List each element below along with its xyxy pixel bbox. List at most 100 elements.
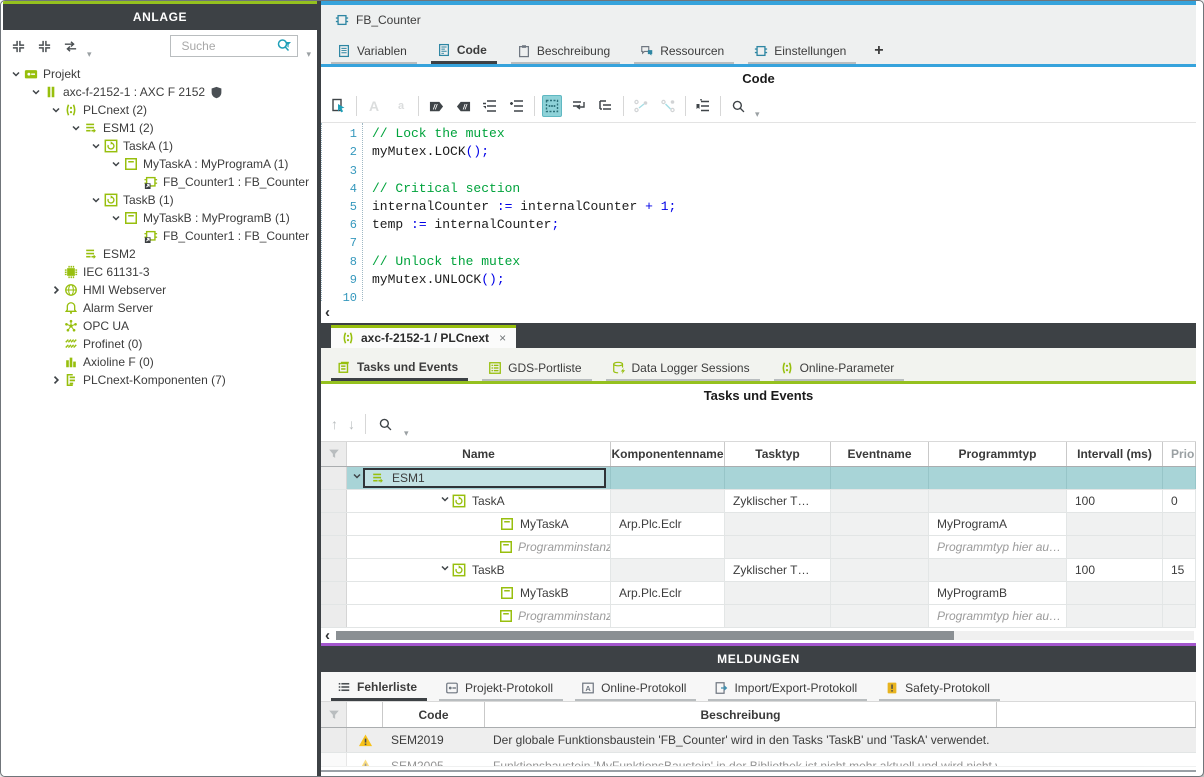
tab-online-parameter[interactable]: Online-Parameter	[774, 358, 905, 381]
tab-einstellungen[interactable]: Einstellungen	[748, 41, 856, 64]
comment-button[interactable]: //	[426, 95, 446, 117]
tab-beschreibung[interactable]: Beschreibung	[511, 41, 620, 64]
expand-all-button[interactable]	[35, 37, 53, 55]
message-row-sem2005[interactable]: SEM2005Funktionsbaustein 'MyFunktionsBau…	[321, 753, 1196, 767]
collapse-all-button[interactable]	[9, 37, 27, 55]
cell-programmtyp[interactable]: Programmtyp hier au…	[929, 605, 1067, 627]
cell-eventname[interactable]	[831, 490, 929, 512]
row-gutter-cell[interactable]	[321, 536, 347, 558]
close-tab-icon[interactable]: ×	[499, 331, 506, 345]
hscrollbar-thumb[interactable]	[336, 631, 954, 640]
tab-gds-portliste[interactable]: GDS-Portliste	[482, 358, 591, 381]
code-line[interactable]: // Unlock the mutex	[372, 253, 1196, 271]
tree-item-mytaska-myprograma-1[interactable]: MyTaskA : MyProgramA (1)	[3, 155, 317, 173]
cell-prio[interactable]	[1163, 536, 1196, 558]
font-increase-button[interactable]: A	[364, 95, 384, 117]
row-gutter-cell[interactable]	[321, 467, 347, 489]
outline-button[interactable]	[596, 95, 616, 117]
tree-item-esm2[interactable]: ESM2	[3, 245, 317, 263]
cell-komponentenname[interactable]	[611, 605, 725, 627]
cell-eventname[interactable]	[831, 536, 929, 558]
chevron-down-icon[interactable]	[69, 122, 83, 134]
cell-programmtyp[interactable]	[929, 490, 1067, 512]
chevron-right-icon[interactable]	[49, 284, 63, 296]
column-header-komponentenname[interactable]: Komponentenname	[611, 442, 725, 466]
column-header-name[interactable]: Name	[347, 442, 611, 466]
toolbar-overflow-caret-icon[interactable]: ▾	[87, 50, 92, 59]
cell-intervall[interactable]	[1067, 582, 1163, 604]
tree-item-iec-61131-3[interactable]: IEC 61131-3	[3, 263, 317, 281]
chevron-down-icon[interactable]	[109, 212, 123, 224]
tree-item-taskb-1[interactable]: TaskB (1)	[3, 191, 317, 209]
tree-item-profinet-0[interactable]: Profinet (0)	[3, 335, 317, 353]
code-line[interactable]: // Critical section	[372, 180, 1196, 198]
cell-intervall[interactable]	[1067, 513, 1163, 535]
chevron-down-icon[interactable]	[49, 104, 63, 116]
code-line[interactable]: temp := internalCounter;	[372, 216, 1196, 234]
cell-programmtyp[interactable]: MyProgramB	[929, 582, 1067, 604]
instance-tab[interactable]: axc-f-2152-1 / PLCnext ×	[331, 325, 516, 348]
tab-import-export-protokoll[interactable]: Import/Export-Protokoll	[708, 678, 867, 701]
tab-variablen[interactable]: Variablen	[331, 41, 417, 64]
tab-fehlerliste[interactable]: Fehlerliste	[331, 677, 427, 701]
column-header-empty[interactable]	[997, 702, 1196, 727]
chevron-down-icon[interactable]	[109, 158, 123, 170]
cell-komponentenname[interactable]: Arp.Plc.Eclr	[611, 513, 725, 535]
tree-item-projekt[interactable]: Projekt	[3, 65, 317, 83]
tree-item-fb-counter1-fb-counter[interactable]: FB_Counter1 : FB_Counter	[3, 173, 317, 191]
cell-name[interactable]: Programminstanzname hier eingeben	[347, 605, 611, 627]
cell-eventname[interactable]	[831, 605, 929, 627]
sync-selection-button[interactable]	[61, 37, 79, 55]
tree-item-plcnext-komponenten-7[interactable]: PLCnext-Komponenten (7)	[3, 371, 317, 389]
selected-cell-box[interactable]: ESM1	[363, 468, 606, 488]
tab-ressourcen[interactable]: Ressourcen	[634, 41, 734, 64]
cell-intervall[interactable]: 100	[1067, 490, 1163, 512]
cell-eventname[interactable]	[831, 559, 929, 581]
cell-tasktyp[interactable]	[725, 582, 831, 604]
add-tab-button[interactable]: +	[870, 42, 887, 64]
outdent-button[interactable]	[480, 95, 500, 117]
cell-prio[interactable]	[1163, 605, 1196, 627]
tree-item-fb-counter1-fb-counter[interactable]: FB_Counter1 : FB_Counter	[3, 227, 317, 245]
cell-prio[interactable]: 0	[1163, 490, 1196, 512]
cell-tasktyp[interactable]	[725, 513, 831, 535]
cell-komponentenname[interactable]	[611, 490, 725, 512]
cell-prio[interactable]: 15	[1163, 559, 1196, 581]
column-header-intervall[interactable]: Intervall (ms)	[1067, 442, 1163, 466]
column-header-severity[interactable]	[347, 702, 383, 727]
cell-tasktyp[interactable]: Zyklischer T…	[725, 559, 831, 581]
tree-item-alarm-server[interactable]: Alarm Server	[3, 299, 317, 317]
column-header-code[interactable]: Code	[383, 702, 485, 727]
tree-item-esm1-2[interactable]: ESM1 (2)	[3, 119, 317, 137]
search-button[interactable]	[728, 95, 748, 117]
row-gutter-cell[interactable]	[321, 559, 347, 581]
cell-komponentenname[interactable]	[611, 536, 725, 558]
cell-name[interactable]: MyTaskA	[347, 513, 611, 535]
cell-eventname[interactable]	[831, 582, 929, 604]
cell-name[interactable]: TaskA	[347, 490, 611, 512]
code-line[interactable]	[372, 289, 1196, 307]
code-line[interactable]	[372, 162, 1196, 180]
scroll-left-icon[interactable]: ‹	[325, 628, 330, 643]
chevron-right-icon[interactable]	[49, 374, 63, 386]
column-header-eventname[interactable]: Eventname	[831, 442, 929, 466]
cell-intervall[interactable]	[1067, 536, 1163, 558]
tree-item-axioline-f-0[interactable]: Axioline F (0)	[3, 353, 317, 371]
row-gutter-cell[interactable]	[321, 513, 347, 535]
search-input[interactable]	[179, 38, 275, 54]
chevron-down-icon[interactable]	[9, 68, 23, 80]
chevron-down-icon[interactable]	[89, 140, 103, 152]
tab-online-protokoll[interactable]: AOnline-Protokoll	[575, 678, 696, 701]
cell-programmtyp[interactable]: Programmtyp hier au…	[929, 536, 1067, 558]
tree-item-taska-1[interactable]: TaskA (1)	[3, 137, 317, 155]
show-whitespace-button[interactable]	[542, 95, 562, 117]
chevron-down-icon[interactable]	[89, 194, 103, 206]
connect-pin-button[interactable]	[658, 95, 678, 117]
tab-data-logger-sessions[interactable]: Data Logger Sessions	[606, 358, 760, 381]
cell-tasktyp[interactable]	[725, 536, 831, 558]
tasks-row-esm1[interactable]: ESM1	[321, 467, 1196, 490]
row-gutter-cell[interactable]	[321, 753, 347, 766]
cell-komponentenname[interactable]	[611, 467, 725, 489]
search-options-caret-icon[interactable]: ▾	[755, 110, 760, 119]
code-editor[interactable]: 12345678910 // Lock the mutexmyMutex.LOC…	[321, 123, 1196, 301]
